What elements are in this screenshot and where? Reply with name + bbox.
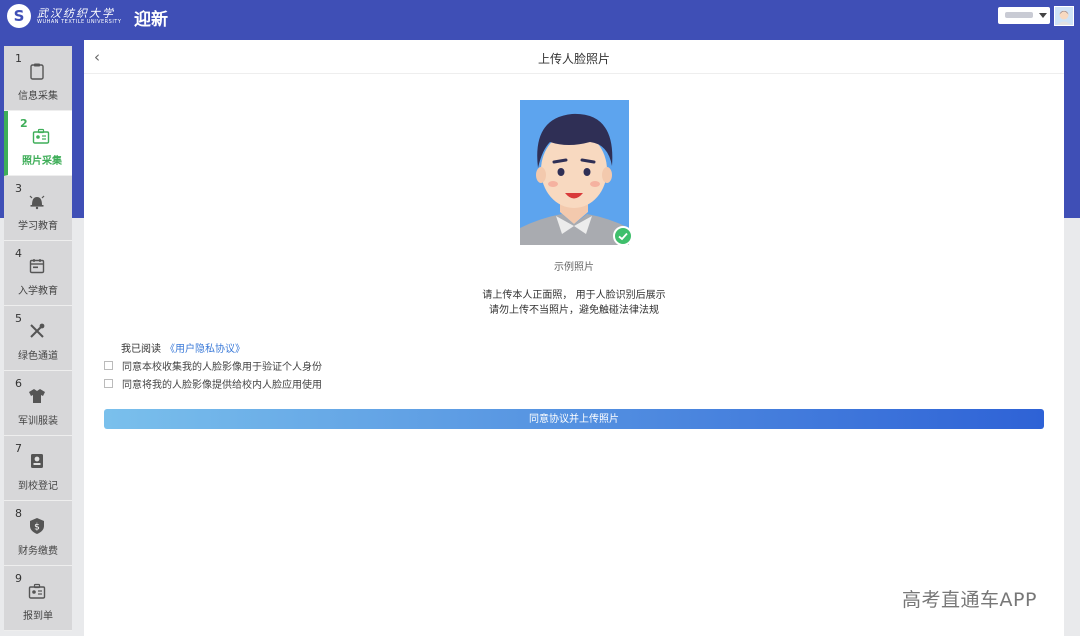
sidebar-item-info-collection[interactable]: 1 信息采集 (4, 46, 72, 111)
university-logo-icon: S (7, 4, 31, 28)
id-card-icon (32, 128, 50, 144)
sidebar-item-enrollment-education[interactable]: 4 入学教育 (4, 241, 72, 306)
sample-face-illustration-icon (520, 100, 629, 245)
step-number: 4 (15, 247, 22, 260)
page-title: 上传人脸照片 (537, 52, 610, 66)
clipboard-icon (30, 63, 44, 80)
privacy-agreement-link[interactable]: 《用户隐私协议》 (165, 344, 245, 355)
sidebar-item-study-education[interactable]: 3 学习教育 (4, 176, 72, 241)
consent-checkbox-2[interactable] (104, 379, 113, 388)
check-icon (613, 226, 633, 246)
sidebar-item-label: 财务缴费 (18, 546, 58, 557)
sidebar-item-label: 照片采集 (22, 156, 62, 167)
main-panel: ‹ 上传人脸照片 示例照片 请上传本人正面照， 用于人脸识别后展示 请勿上传不当… (84, 40, 1064, 636)
sidebar-item-label: 报到单 (23, 611, 53, 622)
sidebar-item-label: 入学教育 (18, 286, 58, 297)
svg-text:$: $ (34, 523, 40, 533)
consent-row-1[interactable]: 同意本校收集我的人脸影像用于验证个人身份 (104, 358, 322, 373)
app-title: 迎新 (134, 10, 168, 30)
user-name-redacted (1005, 12, 1033, 18)
sidebar: 1 信息采集 2 照片采集 3 学习教育 4 入学教育 5 绿色通道 6 军训服… (4, 46, 72, 636)
user-avatar-icon (1055, 7, 1073, 25)
shirt-icon (29, 389, 45, 403)
sidebar-item-label: 绿色通道 (18, 351, 58, 362)
consent-label-1: 同意本校收集我的人脸影像用于验证个人身份 (122, 362, 322, 373)
step-number: 2 (20, 117, 28, 130)
sidebar-item-label: 军训服装 (18, 416, 58, 427)
step-number: 9 (15, 572, 22, 585)
sidebar-item-report-form[interactable]: 9 报到单 (4, 566, 72, 631)
chevron-down-icon (1039, 13, 1047, 18)
agree-and-upload-button[interactable]: 同意协议并上传照片 (104, 409, 1044, 429)
consent-row-2[interactable]: 同意将我的人脸影像提供给校内人脸应用使用 (104, 376, 322, 391)
sidebar-item-label: 到校登记 (18, 481, 58, 492)
step-number: 6 (15, 377, 22, 390)
notice-line-2: 请勿上传不当照片，避免触碰法律法规 (489, 305, 659, 316)
sidebar-item-label: 信息采集 (18, 91, 58, 102)
agreement-prefix: 我已阅读 (121, 344, 161, 355)
user-menu-button[interactable] (998, 7, 1050, 24)
sidebar-item-finance-payment[interactable]: 8 $ 财务缴费 (4, 501, 72, 566)
consent-checkbox-1[interactable] (104, 361, 113, 370)
photo-caption: 示例照片 (554, 262, 594, 273)
calendar-icon (29, 259, 45, 274)
bell-icon (29, 195, 45, 210)
step-number: 1 (15, 52, 22, 65)
badge-icon (31, 454, 43, 468)
shield-money-icon: $ (30, 518, 44, 534)
consent-label-2: 同意将我的人脸影像提供给校内人脸应用使用 (122, 380, 322, 391)
top-bar: S 武汉纺织大学 WUHAN TEXTILE UNIVERSITY 迎新 (0, 0, 1080, 32)
sidebar-item-photo-collection[interactable]: 2 照片采集 (4, 111, 72, 176)
step-number: 5 (15, 312, 22, 325)
watermark: 高考直通车APP (902, 589, 1037, 611)
notice-line-1: 请上传本人正面照， 用于人脸识别后展示 (482, 290, 666, 301)
page-header: ‹ 上传人脸照片 (84, 40, 1064, 74)
sidebar-item-label: 学习教育 (18, 221, 58, 232)
agreement-read: 我已阅读 《用户隐私协议》 (121, 340, 245, 355)
university-name-en: WUHAN TEXTILE UNIVERSITY (37, 19, 122, 25)
step-number: 3 (15, 182, 22, 195)
sidebar-item-green-channel[interactable]: 5 绿色通道 (4, 306, 72, 371)
card-icon (28, 583, 46, 599)
sample-photo (520, 100, 629, 245)
avatar[interactable] (1054, 6, 1074, 26)
tools-icon (30, 323, 45, 338)
step-number: 8 (15, 507, 22, 520)
sidebar-item-arrival-registration[interactable]: 7 到校登记 (4, 436, 72, 501)
sidebar-item-military-uniform[interactable]: 6 军训服装 (4, 371, 72, 436)
upload-notice: 请上传本人正面照， 用于人脸识别后展示 请勿上传不当照片，避免触碰法律法规 (84, 288, 1064, 318)
step-number: 7 (15, 442, 22, 455)
